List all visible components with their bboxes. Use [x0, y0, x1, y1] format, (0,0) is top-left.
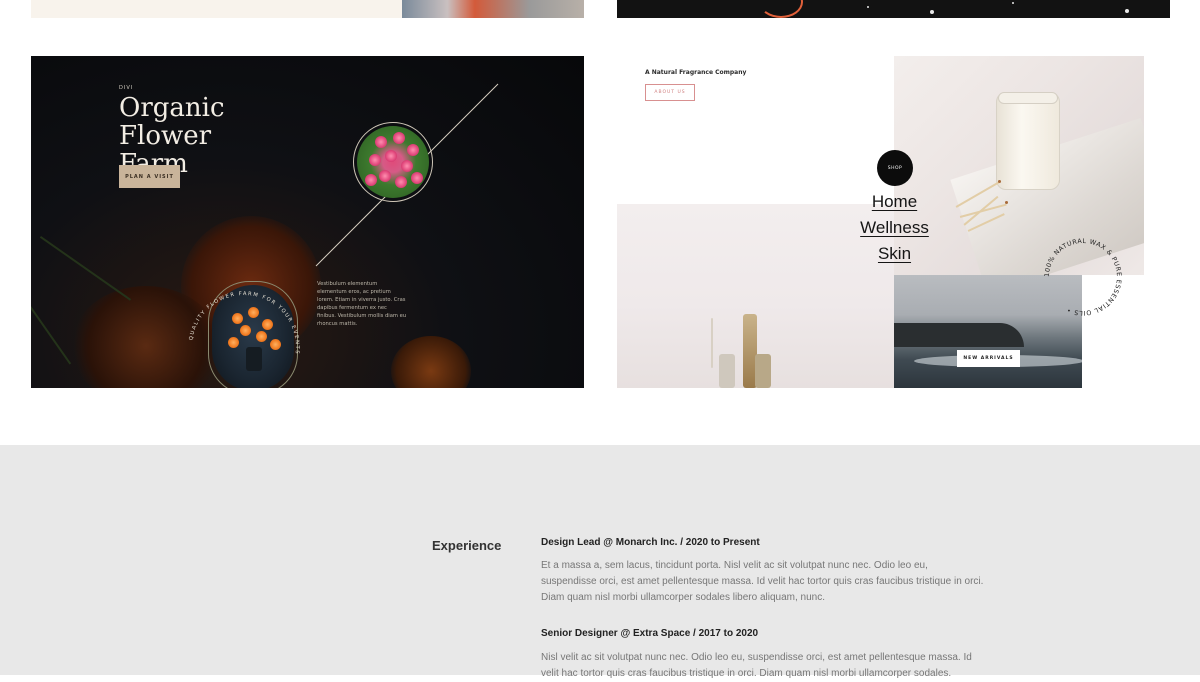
top-left-preview-card[interactable]	[31, 0, 584, 18]
ring-text: 100% NATURAL WAX & PURE ESSENTIAL OILS •	[1043, 237, 1123, 317]
menu-item-home[interactable]: Home	[837, 192, 952, 212]
job-title: Senior Designer @ Extra Space / 2017 to …	[541, 628, 759, 639]
job-title: Design Lead @ Monarch Inc. / 2020 to Pre…	[541, 537, 760, 548]
top-right-preview-card[interactable]	[617, 0, 1170, 18]
flower-farm-preview-card[interactable]: DIVI Organic Flower Farm PLAN A VISIT QU…	[31, 56, 584, 388]
hero-title-line: Organic Flower	[119, 93, 225, 151]
menu-item-wellness[interactable]: Wellness	[837, 218, 952, 238]
job-description: Nisl velit ac sit volutpat nunc nec. Odi…	[541, 652, 972, 679]
svg-text:100% NATURAL WAX & PURE ESSENT: 100% NATURAL WAX & PURE ESSENTIAL OILS •	[1043, 237, 1123, 317]
flower-paragraph: Vestibulum elementum elementum eros, ac …	[317, 281, 407, 327]
plan-visit-button[interactable]: PLAN A VISIT	[119, 165, 180, 188]
brand-label: DIVI	[119, 85, 134, 91]
circular-ring-text: 100% NATURAL WAX & PURE ESSENTIAL OILS •	[1043, 237, 1123, 317]
circular-ring-text: QUALITY FLOWER FARM FOR YOUR EVENTS	[188, 291, 300, 355]
experience-heading: Experience	[432, 538, 502, 553]
star-dot	[930, 10, 934, 14]
svg-text:QUALITY FLOWER FARM FOR YOUR E: QUALITY FLOWER FARM FOR YOUR EVENTS	[188, 291, 300, 355]
candle-jar	[996, 92, 1060, 190]
preview-photo	[402, 0, 584, 18]
shop-badge[interactable]: SHOP	[877, 150, 913, 186]
star-dot	[867, 6, 869, 8]
job-description: Et a massa a, sem lacus, tincidunt porta…	[541, 560, 984, 603]
decorative-arc	[759, 0, 803, 18]
fragrance-preview-card[interactable]: A Natural Fragrance Company ABOUT US SHO…	[617, 56, 1170, 388]
company-tagline: A Natural Fragrance Company	[645, 69, 747, 76]
star-dot	[1012, 2, 1014, 4]
about-us-button[interactable]: ABOUT US	[645, 84, 695, 101]
menu-item-skin[interactable]: Skin	[837, 244, 952, 264]
pink-flowers-circle-photo	[353, 122, 433, 202]
star-dot	[1125, 9, 1129, 13]
new-arrivals-button[interactable]: NEW ARRIVALS	[957, 350, 1020, 367]
experience-section: Experience Design Lead @ Monarch Inc. / …	[0, 445, 1200, 679]
ring-text: QUALITY FLOWER FARM FOR YOUR EVENTS	[188, 291, 298, 355]
